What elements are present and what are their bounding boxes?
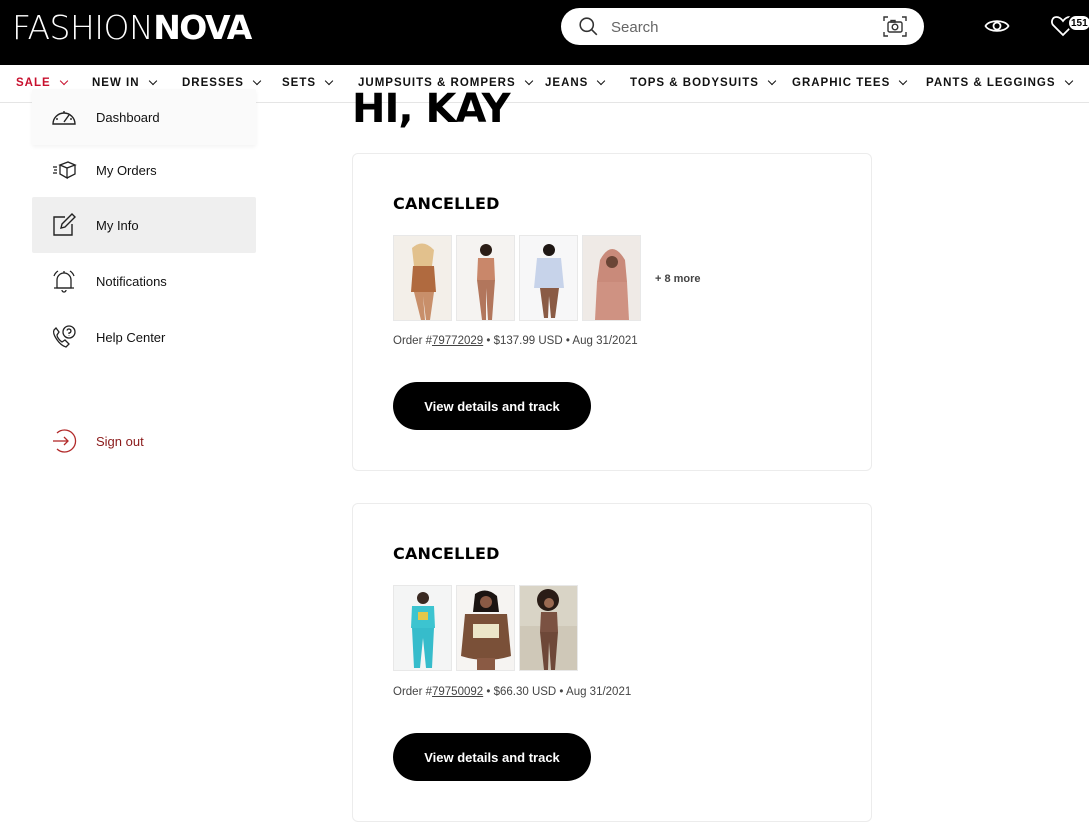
order-status: CANCELLED [393,194,500,213]
order-thumbnails [393,585,578,671]
wishlist-count-badge: 151 [1067,14,1089,32]
nav-new-in[interactable]: NEW IN [92,76,157,89]
sidebar-item-my-info[interactable]: My Info [32,197,256,253]
order-status: CANCELLED [393,544,500,563]
edit-icon [50,211,78,239]
search-icon [579,17,598,36]
product-thumbnail[interactable] [456,585,515,671]
product-thumbnail[interactable] [456,235,515,321]
chevron-down-icon [899,76,908,86]
fashionnova-logo[interactable]: FASHION NOVA [12,8,252,47]
logo-light-text: FASHION [12,8,154,47]
camera-search-icon[interactable] [882,15,908,38]
sign-out-link[interactable]: Sign out [32,413,256,469]
order-details: • $66.30 USD • Aug 31/2021 [483,686,632,698]
sidebar-item-my-orders[interactable]: My Orders [32,142,256,198]
order-details: • $137.99 USD • Aug 31/2021 [483,335,638,347]
bell-icon [50,267,78,295]
sidebar-item-label: My Info [96,217,139,233]
nav-tops-bodysuits[interactable]: TOPS & BODYSUITS [630,76,777,89]
order-prefix: Order # [393,686,432,698]
package-icon [50,156,78,184]
view-details-button[interactable]: View details and track [393,733,591,781]
sidebar-item-dashboard[interactable]: Dashboard [32,89,256,145]
nav-label: SALE [16,77,51,89]
top-header: FASHIONNOVA 151 [0,0,1089,65]
sidebar-item-label: Notifications [96,273,167,289]
chevron-down-icon [252,76,262,86]
chevron-down-icon [767,76,777,86]
sign-out-label: Sign out [96,433,144,449]
speedometer-icon [50,103,78,131]
view-details-button[interactable]: View details and track [393,382,591,430]
chevron-down-icon [324,76,334,86]
chevron-down-icon [597,76,606,86]
sidebar-item-help-center[interactable]: Help Center [32,309,256,365]
nav-pants-leggings[interactable]: PANTS & LEGGINGS [926,76,1073,89]
nav-label: TOPS & BODYSUITS [630,77,759,89]
order-meta: Order #79750092 • $66.30 USD • Aug 31/20… [393,686,631,698]
order-meta: Order #79772029 • $137.99 USD • Aug 31/2… [393,335,638,347]
sidebar-item-label: My Orders [96,162,157,178]
nav-label: DRESSES [182,77,244,89]
nav-dresses[interactable]: DRESSES [182,76,262,89]
nav-label: JEANS [545,77,589,89]
more-items-label: + 8 more [655,273,701,285]
page-greeting: HI, KAY [352,86,511,132]
logo-bold-text: NOVA [153,8,252,47]
product-thumbnail[interactable] [519,235,578,321]
chevron-down-icon [524,76,533,86]
order-card: CANCELLED Order #79750092 • $66.30 USD •… [352,503,872,822]
order-prefix: Order # [393,335,432,347]
order-card: CANCELLED + 8 more Order #79772029 • $13… [352,153,872,471]
order-thumbnails [393,235,641,321]
nav-label: PANTS & LEGGINGS [926,77,1056,89]
search-bar[interactable] [561,8,924,45]
nav-sale[interactable]: SALE [16,76,68,89]
order-number-link[interactable]: 79772029 [432,335,483,347]
chevron-down-icon [59,76,68,86]
product-thumbnail[interactable] [393,585,452,671]
nav-sets[interactable]: SETS [282,76,334,89]
nav-jeans[interactable]: JEANS [545,76,606,89]
nav-label: GRAPHIC TEES [792,77,891,89]
nav-label: NEW IN [92,77,140,89]
sidebar-item-label: Help Center [96,329,166,345]
sidebar-item-label: Dashboard [96,109,160,125]
nav-graphic-tees[interactable]: GRAPHIC TEES [792,76,908,89]
eye-icon[interactable] [984,15,1010,37]
nav-label: SETS [282,77,317,89]
sidebar-item-notifications[interactable]: Notifications [32,253,256,309]
product-thumbnail[interactable] [582,235,641,321]
search-input[interactable] [611,17,871,37]
product-thumbnail[interactable] [393,235,452,321]
product-thumbnail[interactable] [519,585,578,671]
sign-out-icon [50,427,78,455]
chevron-down-icon [148,76,157,86]
phone-help-icon [50,323,78,351]
order-number-link[interactable]: 79750092 [432,686,483,698]
chevron-down-icon [1064,76,1073,86]
